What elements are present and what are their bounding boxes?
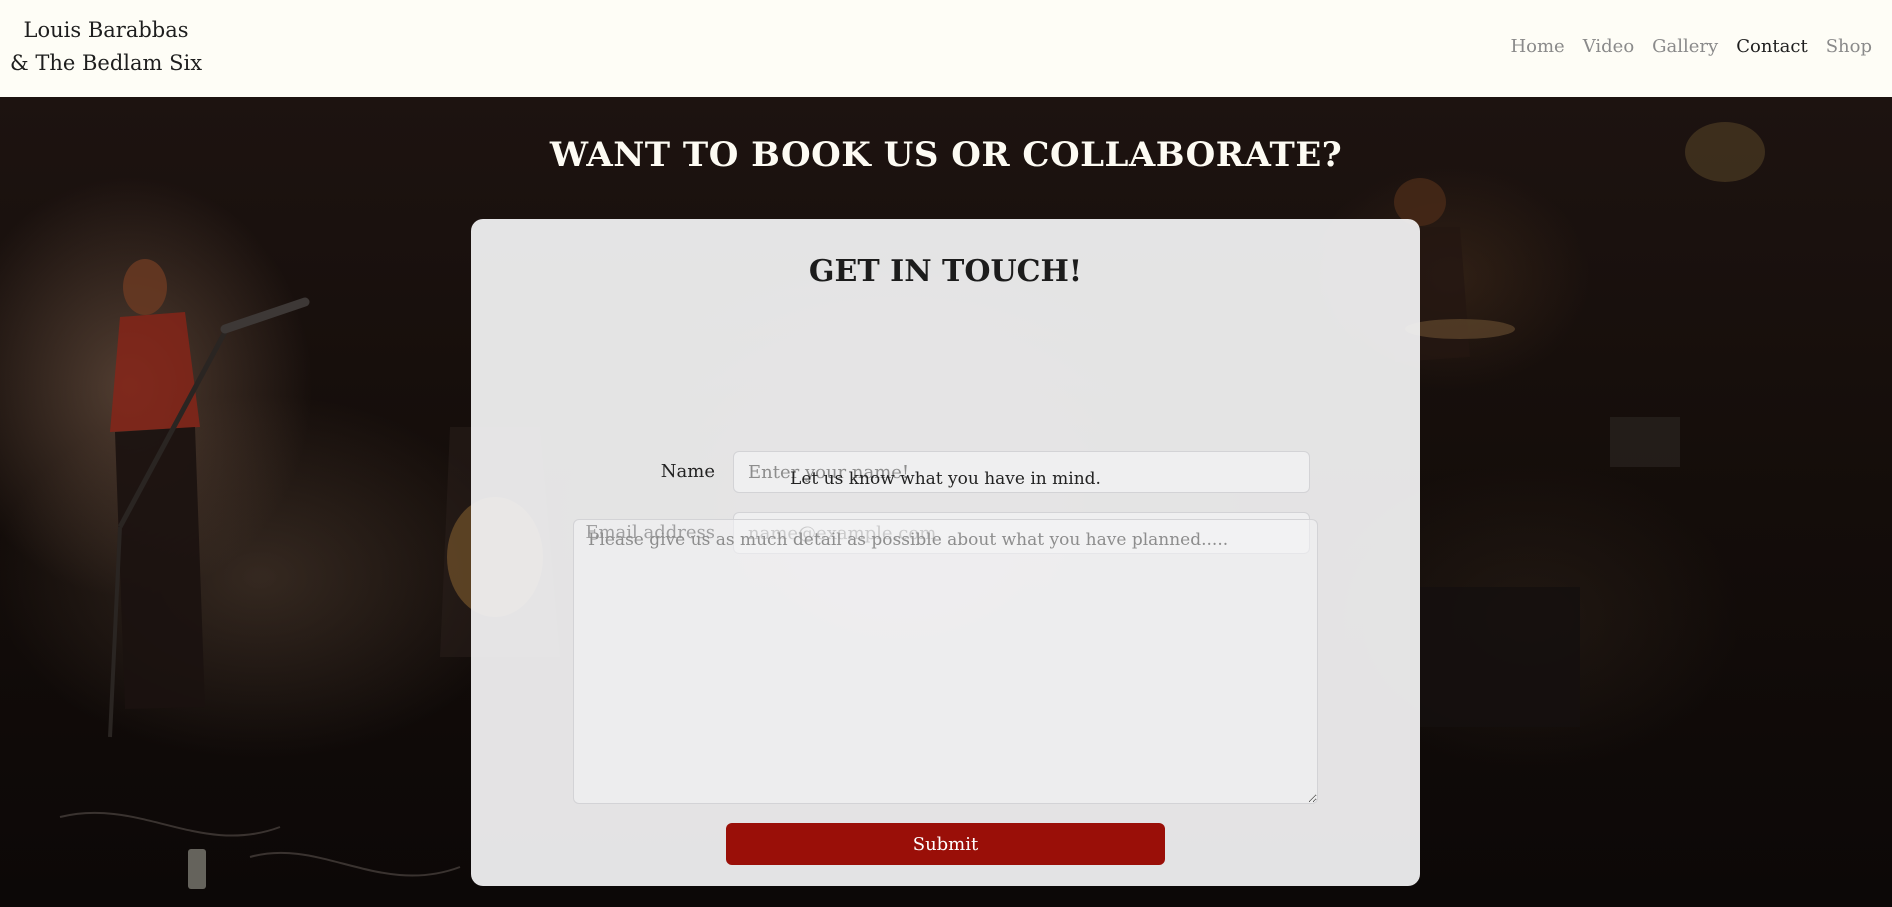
top-navbar: Louis Barabbas & The Bedlam Six Home Vid…	[0, 0, 1892, 97]
contact-form-card: GET IN TOUCH! Name Email address Let us …	[471, 219, 1420, 886]
nav-link-home[interactable]: Home	[1510, 34, 1564, 60]
nav-link-shop[interactable]: Shop	[1826, 34, 1872, 60]
nav-link-contact[interactable]: Contact	[1736, 34, 1807, 60]
nav-link-gallery[interactable]: Gallery	[1652, 34, 1718, 60]
brand-logo[interactable]: Louis Barabbas & The Bedlam Six	[10, 14, 202, 80]
brand-line-1: Louis Barabbas	[23, 18, 189, 42]
main-nav: Home Video Gallery Contact Shop	[1510, 34, 1872, 60]
submit-button[interactable]: Submit	[726, 823, 1165, 865]
nav-link-video[interactable]: Video	[1583, 34, 1634, 60]
message-prompt: Let us know what you have in mind.	[790, 469, 1101, 489]
form-title: GET IN TOUCH!	[808, 254, 1083, 289]
hero-section: WANT TO BOOK US OR COLLABORATE? GET IN T…	[0, 97, 1892, 907]
message-textarea[interactable]	[573, 519, 1318, 804]
hero-title: WANT TO BOOK US OR COLLABORATE?	[549, 135, 1343, 175]
brand-line-2: & The Bedlam Six	[10, 51, 203, 75]
